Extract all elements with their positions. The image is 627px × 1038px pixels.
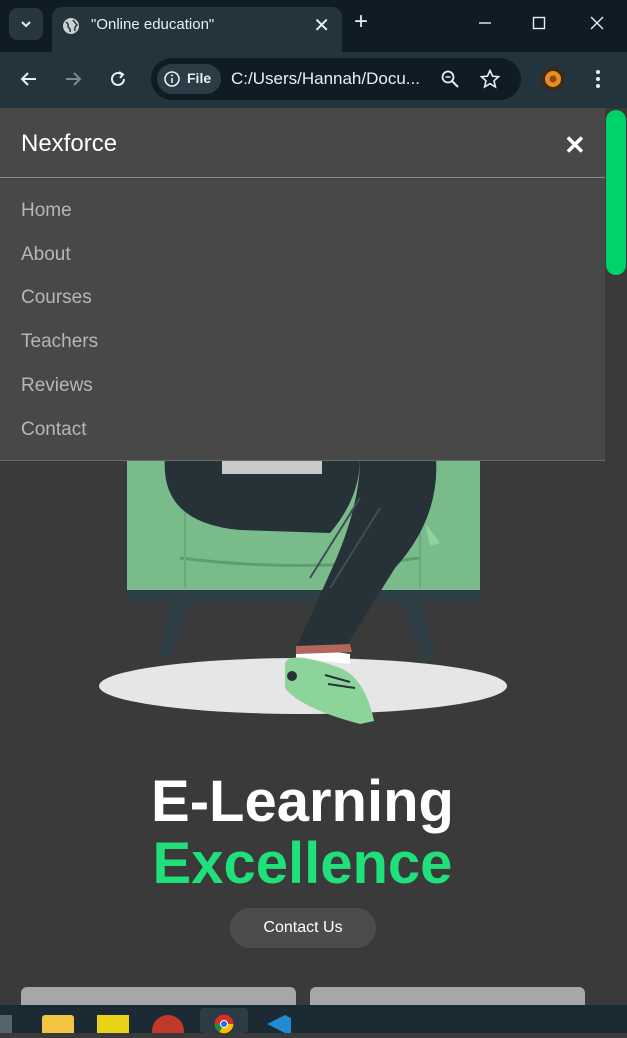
- site-info-chip[interactable]: File: [157, 64, 221, 94]
- folder-icon[interactable]: [42, 1015, 74, 1033]
- address-bar[interactable]: File C:/Users/Hannah/Docu...: [151, 58, 521, 100]
- notes-app-icon[interactable]: [97, 1015, 129, 1033]
- maximize-button[interactable]: [519, 8, 559, 38]
- hero-illustration: [99, 448, 507, 724]
- mobile-nav-menu: Nexforce ✕ Home About Courses Teachers R…: [0, 108, 605, 461]
- scrollbar[interactable]: [605, 108, 627, 1005]
- nav-item-reviews[interactable]: Reviews: [21, 375, 93, 397]
- url-text: C:/Users/Hannah/Docu...: [231, 69, 420, 88]
- reload-button[interactable]: [103, 64, 133, 94]
- back-button[interactable]: [14, 64, 44, 94]
- browser-tab[interactable]: "Online education" ✕: [52, 7, 342, 52]
- close-icon: [590, 16, 604, 30]
- close-tab-icon[interactable]: ✕: [313, 13, 330, 38]
- minimize-icon: [479, 22, 491, 24]
- new-tab-button[interactable]: +: [354, 8, 368, 36]
- hero-title-line1: E-Learning: [151, 769, 454, 834]
- zoom-icon[interactable]: [441, 70, 459, 88]
- close-window-button[interactable]: [577, 8, 617, 38]
- minimize-button[interactable]: [465, 8, 505, 38]
- scrollbar-thumb[interactable]: [606, 110, 626, 275]
- nav-item-courses[interactable]: Courses: [21, 287, 92, 309]
- more-menu-button[interactable]: [590, 67, 606, 93]
- nav-item-home[interactable]: Home: [21, 200, 72, 222]
- feature-card: [310, 987, 585, 1005]
- hero-title-line2: Excellence: [152, 831, 453, 896]
- taskbar-app-icon[interactable]: [0, 1015, 12, 1033]
- vscode-icon[interactable]: [263, 1015, 293, 1033]
- profile-avatar[interactable]: [541, 67, 565, 91]
- tab-strip: "Online education" ✕ +: [0, 0, 627, 52]
- menu-divider: [0, 177, 605, 178]
- file-label: File: [187, 70, 212, 86]
- info-icon: [164, 71, 180, 87]
- maximize-icon: [532, 16, 546, 30]
- feature-card: [21, 987, 296, 1005]
- chrome-taskbar-button[interactable]: [200, 1008, 248, 1034]
- contact-us-button[interactable]: Contact Us: [230, 908, 376, 948]
- os-taskbar: [0, 1005, 627, 1034]
- tab-title: "Online education": [91, 16, 215, 33]
- tab-search-button[interactable]: [9, 8, 43, 40]
- nav-item-contact[interactable]: Contact: [21, 419, 86, 441]
- page-viewport: Nexforce ✕ Home About Courses Teachers R…: [0, 108, 627, 1005]
- browser-toolbar: File C:/Users/Hannah/Docu...: [0, 52, 627, 108]
- forward-icon: [66, 72, 82, 86]
- more-icon: [596, 70, 600, 88]
- brand-logo[interactable]: Nexforce: [21, 130, 117, 158]
- back-icon: [20, 72, 36, 86]
- chrome-icon: [214, 1014, 234, 1034]
- forward-button[interactable]: [58, 64, 88, 94]
- app-icon[interactable]: [152, 1015, 184, 1033]
- chevron-down-icon: [21, 21, 31, 28]
- star-icon[interactable]: [480, 69, 500, 89]
- reload-icon: [111, 71, 125, 86]
- menu-close-icon[interactable]: ✕: [564, 130, 586, 161]
- globe-icon: [63, 18, 79, 34]
- nav-item-about[interactable]: About: [21, 244, 71, 266]
- nav-item-teachers[interactable]: Teachers: [21, 331, 98, 353]
